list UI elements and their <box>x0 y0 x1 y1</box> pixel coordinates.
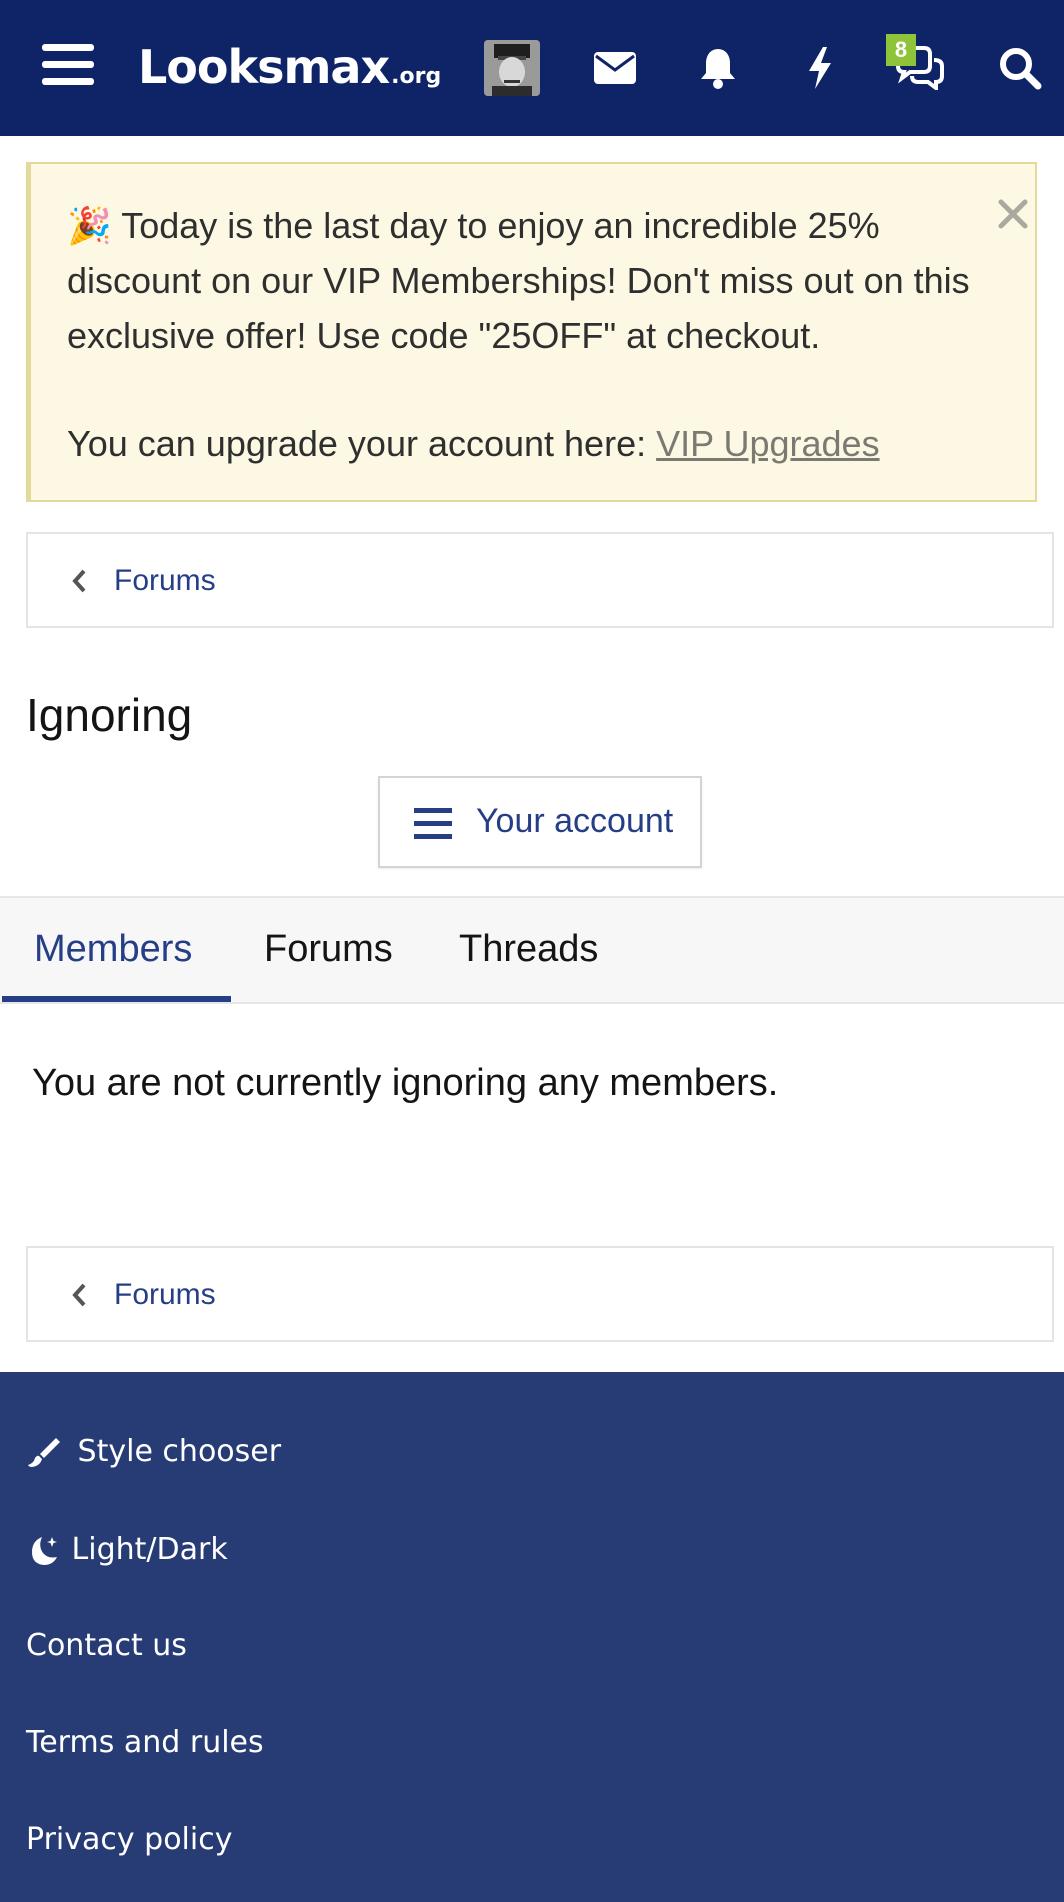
logo-tld: .org <box>391 64 442 89</box>
search-icon[interactable] <box>990 38 1050 98</box>
promo-notice: 🎉 Today is the last day to enjoy an incr… <box>26 162 1037 502</box>
light-dark-link[interactable]: Light/Dark <box>26 1532 228 1569</box>
style-chooser-label: Style chooser <box>77 1434 282 1469</box>
party-emoji-icon: 🎉 <box>67 205 112 246</box>
moon-stars-icon <box>32 1536 57 1565</box>
breadcrumb-forums-link[interactable]: Forums <box>114 1278 216 1312</box>
chevron-left-icon <box>72 1283 86 1307</box>
tab-threads[interactable]: Threads <box>459 928 598 971</box>
envelope-icon[interactable] <box>585 38 645 98</box>
your-account-label: Your account <box>476 802 674 840</box>
contact-us-link[interactable]: Contact us <box>26 1628 187 1663</box>
chevron-left-icon <box>72 569 86 593</box>
vip-upgrades-link[interactable]: VIP Upgrades <box>656 423 879 464</box>
avatar[interactable] <box>484 40 540 96</box>
site-footer: Style chooser Light/Dark Contact us Term… <box>0 1372 1064 1902</box>
privacy-policy-link[interactable]: Privacy policy <box>26 1822 232 1857</box>
light-dark-label: Light/Dark <box>71 1532 228 1567</box>
logo-main: Looksmax <box>138 40 390 94</box>
style-chooser-link[interactable]: Style chooser <box>26 1434 281 1470</box>
notice-upgrade-line: You can upgrade your account here: VIP U… <box>67 416 880 471</box>
breadcrumb-bottom: Forums <box>26 1246 1054 1342</box>
tab-forums[interactable]: Forums <box>264 928 393 971</box>
tab-members[interactable]: Members <box>34 928 192 971</box>
notice-message: 🎉 Today is the last day to enjoy an incr… <box>67 198 987 363</box>
paintbrush-icon <box>28 1437 60 1467</box>
page-title: Ignoring <box>26 689 193 741</box>
chat-badge: 8 <box>886 34 916 66</box>
empty-state-message: You are not currently ignoring any membe… <box>32 1062 779 1104</box>
site-header: Looksmax.org 8 <box>0 0 1064 136</box>
notice-text: Today is the last day to enjoy an incred… <box>67 205 970 356</box>
menu-icon[interactable] <box>42 44 94 92</box>
terms-and-rules-link[interactable]: Terms and rules <box>26 1725 264 1760</box>
tab-bar: Members Forums Threads <box>0 896 1064 1004</box>
breadcrumb-forums-link[interactable]: Forums <box>114 564 216 598</box>
upgrade-prefix: You can upgrade your account here: <box>67 423 657 464</box>
bell-icon[interactable] <box>688 38 748 98</box>
site-logo[interactable]: Looksmax.org <box>138 40 441 94</box>
breadcrumb: Forums <box>26 532 1054 628</box>
active-tab-indicator <box>2 996 231 1002</box>
your-account-button[interactable]: Your account <box>378 776 702 868</box>
list-icon <box>414 808 452 847</box>
close-icon[interactable] <box>993 194 1033 234</box>
lightning-icon[interactable] <box>790 38 850 98</box>
